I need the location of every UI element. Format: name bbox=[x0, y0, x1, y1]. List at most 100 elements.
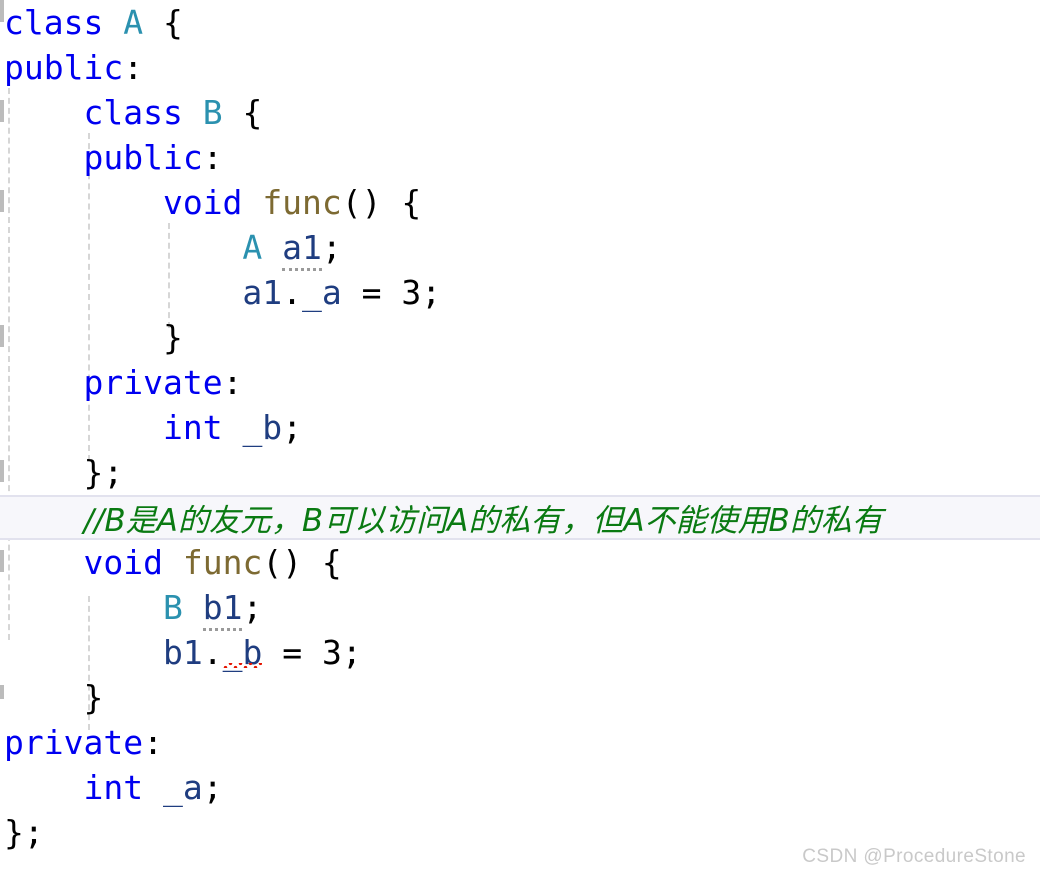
token-7-5: ; bbox=[421, 273, 442, 312]
code-line-content-10: int _b; bbox=[0, 405, 302, 450]
token-7-4: 3 bbox=[401, 273, 422, 312]
code-line-16[interactable]: } bbox=[0, 675, 1040, 720]
token-17-1: : bbox=[143, 723, 163, 762]
code-line-9[interactable]: private: bbox=[0, 360, 1040, 405]
code-line-content-7: a1._a = 3; bbox=[0, 270, 441, 315]
code-line-4[interactable]: public: bbox=[0, 135, 1040, 180]
token-5-1 bbox=[242, 183, 262, 222]
token-15-4: 3 bbox=[321, 633, 342, 672]
variable-token-15-0: b1 bbox=[162, 633, 203, 672]
token-4-1: : bbox=[202, 138, 223, 177]
token-7-3: = bbox=[341, 273, 402, 312]
token-5-3: () { bbox=[341, 183, 422, 222]
token-6-1 bbox=[262, 228, 282, 267]
token-3-4: { bbox=[242, 93, 263, 132]
unused-symbol-token-14-2: b1 bbox=[202, 588, 243, 631]
code-line-content-1: class A { bbox=[0, 0, 183, 45]
code-line-content-6: A a1; bbox=[0, 225, 342, 271]
code-line-5[interactable]: void func() { bbox=[0, 180, 1040, 225]
code-line-1[interactable]: class A { bbox=[0, 0, 1040, 45]
code-line-content-3: class B { bbox=[0, 90, 262, 135]
keyword-token-5-0: void bbox=[162, 183, 243, 222]
code-line-content-18: int _a; bbox=[0, 765, 222, 810]
token-9-1: : bbox=[222, 363, 243, 402]
code-line-15[interactable]: b1._b = 3; bbox=[0, 630, 1040, 675]
code-line-10[interactable]: int _b; bbox=[0, 405, 1040, 450]
token-6-3: ; bbox=[321, 228, 342, 267]
code-line-content-4: public: bbox=[0, 135, 223, 180]
watermark: CSDN @ProcedureStone bbox=[802, 846, 1026, 867]
type-token-6-0: A bbox=[242, 228, 263, 267]
code-line-content-11: }; bbox=[0, 450, 123, 495]
token-1-4: { bbox=[162, 3, 183, 42]
code-line-2[interactable]: public: bbox=[0, 45, 1040, 90]
code-line-11[interactable]: }; bbox=[0, 450, 1040, 495]
code-line-content-16: } bbox=[0, 675, 103, 720]
token-10-3: ; bbox=[282, 408, 303, 447]
variable-token-7-0: a1 bbox=[242, 273, 283, 312]
type-token-1-2: A bbox=[123, 3, 144, 42]
token-14-3: ; bbox=[242, 588, 263, 627]
code-line-3[interactable]: class B { bbox=[0, 90, 1040, 135]
code-line-18[interactable]: int _a; bbox=[0, 765, 1040, 810]
code-editor[interactable]: class A {public: class B { public: void … bbox=[0, 0, 1040, 878]
keyword-token-2-0: public bbox=[4, 48, 124, 87]
function-token-5-2: func bbox=[262, 183, 342, 222]
keyword-token-13-0: void bbox=[83, 543, 163, 582]
code-line-content-17: private: bbox=[0, 720, 163, 765]
token-15-5: ; bbox=[341, 633, 362, 672]
token-16-0: } bbox=[83, 678, 104, 717]
code-line-content-8: } bbox=[0, 315, 183, 360]
code-line-content-19: }; bbox=[0, 810, 44, 855]
token-19-0: }; bbox=[4, 813, 44, 852]
token-18-1 bbox=[143, 768, 163, 807]
token-3-3 bbox=[223, 93, 243, 132]
code-line-14[interactable]: B b1; bbox=[0, 585, 1040, 631]
unused-symbol-token-6-2: a1 bbox=[282, 228, 322, 271]
function-token-13-2: func bbox=[182, 543, 263, 582]
token-11-0: }; bbox=[83, 453, 124, 492]
code-line-7[interactable]: a1._a = 3; bbox=[0, 270, 1040, 315]
code-content[interactable]: class A {public: class B { public: void … bbox=[0, 0, 1040, 855]
keyword-token-18-0: int bbox=[83, 768, 144, 807]
token-10-1 bbox=[223, 408, 243, 447]
token-3-1 bbox=[183, 93, 203, 132]
keyword-token-4-0: public bbox=[83, 138, 203, 177]
code-line-12[interactable]: //B是A的友元，B可以访问A的私有，但A不能使用B的私有 bbox=[0, 495, 1040, 540]
code-line-content-13: void func() { bbox=[0, 540, 342, 585]
variable-token-18-2: _a bbox=[162, 768, 203, 807]
token-8-0: } bbox=[162, 318, 183, 357]
keyword-token-1-0: class bbox=[4, 3, 104, 42]
token-7-1: . bbox=[282, 273, 303, 312]
code-line-content-14: B b1; bbox=[0, 585, 263, 631]
code-line-content-12: //B是A的友元，B可以访问A的私有，但A不能使用B的私有 bbox=[0, 497, 883, 544]
code-line-content-15: b1._b = 3; bbox=[0, 630, 362, 675]
code-line-8[interactable]: } bbox=[0, 315, 1040, 360]
token-15-3: = bbox=[262, 633, 322, 672]
variable-token-10-2: _b bbox=[242, 408, 283, 447]
comment-token-12-0: //B是A的友元，B可以访问A的私有，但A不能使用B的私有 bbox=[83, 503, 883, 539]
token-13-3: () { bbox=[262, 543, 342, 582]
keyword-token-17-0: private bbox=[4, 723, 144, 762]
code-line-13[interactable]: void func() { bbox=[0, 540, 1040, 585]
code-line-17[interactable]: private: bbox=[0, 720, 1040, 765]
code-line-content-5: void func() { bbox=[0, 180, 421, 225]
keyword-token-10-0: int bbox=[162, 408, 223, 447]
type-token-3-2: B bbox=[202, 93, 223, 132]
variable-token-7-2: _a bbox=[302, 273, 342, 312]
code-line-6[interactable]: A a1; bbox=[0, 225, 1040, 271]
keyword-token-3-0: class bbox=[83, 93, 183, 132]
